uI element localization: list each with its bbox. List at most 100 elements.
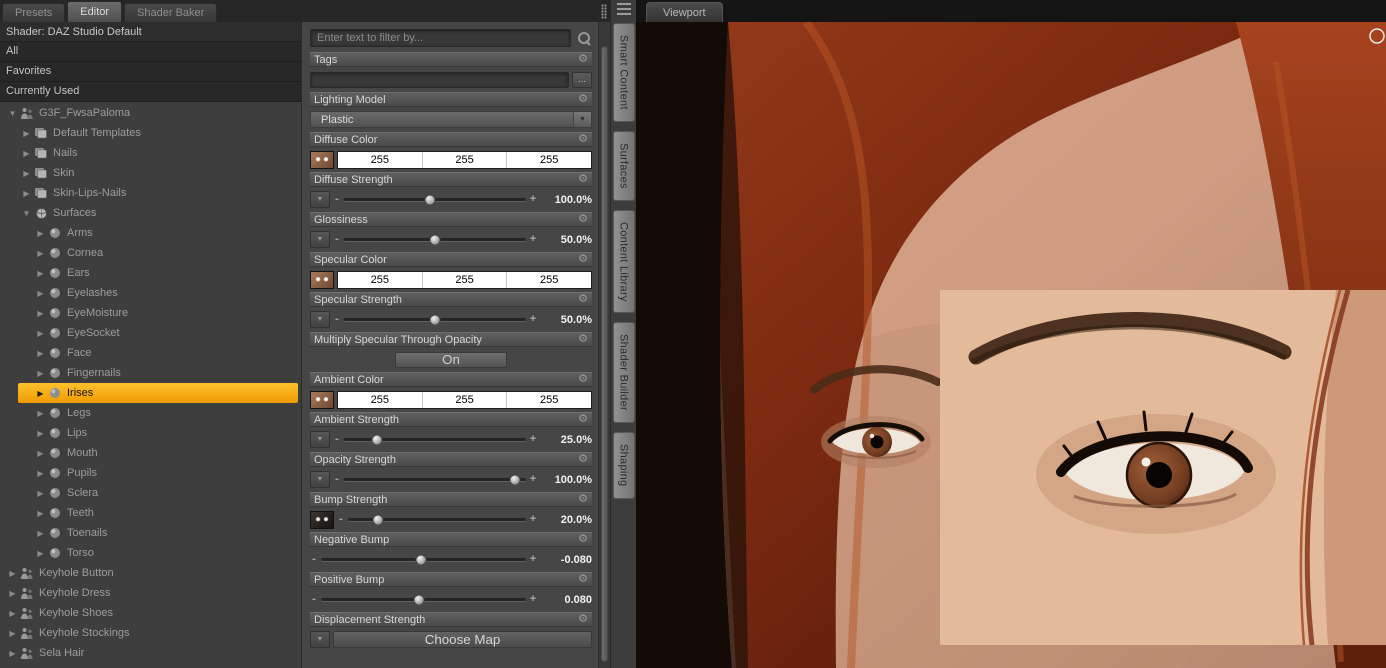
gear-icon[interactable]: ⚙ [578,574,588,585]
slider-value[interactable]: 100.0% [540,474,592,486]
slider-handle[interactable] [371,434,383,445]
choose-map-button[interactable]: Choose Map [333,631,592,648]
side-tab-shader-builder[interactable]: Shader Builder [612,322,635,424]
slider-value[interactable]: -0.080 [540,554,592,566]
param-group-header[interactable]: Displacement Strength ⚙ [310,612,592,627]
slider-track[interactable] [321,594,526,605]
slider-value[interactable]: 20.0% [540,514,592,526]
gear-icon[interactable]: ⚙ [578,254,588,265]
slider-minus-button[interactable]: - [337,514,345,525]
color-channel-value[interactable]: 255 [338,271,423,288]
quick-filter-currently-used[interactable]: Currently Used [0,82,301,102]
tree-item-surfaces[interactable]: ▼ Surfaces [0,203,301,223]
expand-arrow-icon[interactable]: ▶ [34,429,47,438]
tree-item-lips[interactable]: ▶ Lips [0,423,301,443]
slider-track[interactable] [348,514,526,525]
collapse-arrow-icon[interactable]: ▼ [20,209,33,218]
slider-value[interactable]: 50.0% [540,234,592,246]
quick-filter-all[interactable]: All [0,42,301,62]
tree-item-fingernails[interactable]: ▶ Fingernails [0,363,301,383]
slider-plus-button[interactable]: + [529,314,537,325]
slider-value[interactable]: 50.0% [540,314,592,326]
gear-icon[interactable]: ⚙ [578,454,588,465]
expand-arrow-icon[interactable]: ▶ [6,649,19,658]
slider-minus-button[interactable]: - [333,194,341,205]
expand-arrow-icon[interactable]: ▶ [34,469,47,478]
expand-arrow-icon[interactable]: ▶ [34,369,47,378]
expand-arrow-icon[interactable]: ▶ [6,629,19,638]
tree-item-arms[interactable]: ▶ Arms [0,223,301,243]
tab-viewport[interactable]: Viewport [646,2,723,22]
tab-presets[interactable]: Presets [2,3,66,22]
param-group-header[interactable]: Diffuse Strength ⚙ [310,172,592,187]
expand-arrow-icon[interactable]: ▶ [6,609,19,618]
slider-track[interactable] [344,194,526,205]
slider-minus-button[interactable]: - [333,314,341,325]
tree-item-ears[interactable]: ▶ Ears [0,263,301,283]
slider-minus-button[interactable]: - [333,434,341,445]
color-channel-value[interactable]: 255 [338,151,423,168]
expand-arrow-icon[interactable]: ▶ [20,129,33,138]
color-value-cells[interactable]: 255 255 255 [337,150,592,169]
tree-item-eyelashes[interactable]: ▶ Eyelashes [0,283,301,303]
slider-plus-button[interactable]: + [529,474,537,485]
color-value-cells[interactable]: 255 255 255 [337,270,592,289]
tree-item-teeth[interactable]: ▶ Teeth [0,503,301,523]
dropdown-arrow-button[interactable]: ▼ [310,231,330,248]
slider-track[interactable] [321,554,526,565]
tree-item-nails[interactable]: ▶ Nails [0,143,301,163]
tree-item-skin[interactable]: ▶ Skin [0,163,301,183]
color-channel-value[interactable]: 255 [338,391,423,408]
gear-icon[interactable]: ⚙ [578,214,588,225]
tree-item-face[interactable]: ▶ Face [0,343,301,363]
slider-track[interactable] [344,474,526,485]
scrollbar-thumb[interactable] [601,46,608,662]
viewport-canvas[interactable] [636,22,1386,668]
tree-item-sela-hair[interactable]: ▶ Sela Hair [0,643,301,663]
tags-input[interactable] [310,71,569,88]
color-channel-value[interactable]: 255 [507,392,591,408]
expand-arrow-icon[interactable]: ▶ [34,329,47,338]
expand-arrow-icon[interactable]: ▶ [6,569,19,578]
slider-plus-button[interactable]: + [529,434,537,445]
expand-arrow-icon[interactable]: ▶ [20,169,33,178]
tree-item-sclera[interactable]: ▶ Sclera [0,483,301,503]
slider-minus-button[interactable]: - [310,594,318,605]
dropdown-arrow-button[interactable]: ▼ [310,191,330,208]
slider-value[interactable]: 0.080 [540,594,592,606]
slider-plus-button[interactable]: + [529,234,537,245]
slider-plus-button[interactable]: + [529,594,537,605]
slider-track[interactable] [344,434,526,445]
quick-filter-favorites[interactable]: Favorites [0,62,301,82]
texture-map-thumbnail[interactable] [310,390,334,409]
tree-item-keyhole-button[interactable]: ▶ Keyhole Button [0,563,301,583]
param-group-header[interactable]: Diffuse Color ⚙ [310,132,592,147]
tree-item-pupils[interactable]: ▶ Pupils [0,463,301,483]
dropdown-arrow-button[interactable]: ▼ [310,471,330,488]
tab-shader-baker[interactable]: Shader Baker [124,3,218,22]
slider-plus-button[interactable]: + [529,514,537,525]
tags-more-button[interactable]: ... [572,71,592,88]
tree-item-keyhole-shoes[interactable]: ▶ Keyhole Shoes [0,603,301,623]
slider-handle[interactable] [424,194,436,205]
gear-icon[interactable]: ⚙ [578,374,588,385]
toggle-on-button[interactable]: On [395,351,507,368]
dropdown-arrow-button[interactable]: ▼ [310,631,330,648]
gear-icon[interactable]: ⚙ [578,94,588,105]
expand-arrow-icon[interactable]: ▶ [34,269,47,278]
gear-icon[interactable]: ⚙ [578,334,588,345]
tree-item-skin-lips-nails[interactable]: ▶ Skin-Lips-Nails [0,183,301,203]
side-tab-smart-content[interactable]: Smart Content [612,23,635,122]
param-group-header[interactable]: Positive Bump ⚙ [310,572,592,587]
texture-map-thumbnail[interactable] [310,270,334,289]
tree-item-eyesocket[interactable]: ▶ EyeSocket [0,323,301,343]
color-channel-value[interactable]: 255 [423,391,508,408]
param-group-header[interactable]: Negative Bump ⚙ [310,532,592,547]
slider-handle[interactable] [415,554,427,565]
tree-item-eyemoisture[interactable]: ▶ EyeMoisture [0,303,301,323]
param-group-header[interactable]: Specular Color ⚙ [310,252,592,267]
expand-arrow-icon[interactable]: ▶ [6,589,19,598]
gear-icon[interactable]: ⚙ [578,54,588,65]
slider-plus-button[interactable]: + [529,554,537,565]
dropdown-arrow-button[interactable]: ▼ [310,431,330,448]
